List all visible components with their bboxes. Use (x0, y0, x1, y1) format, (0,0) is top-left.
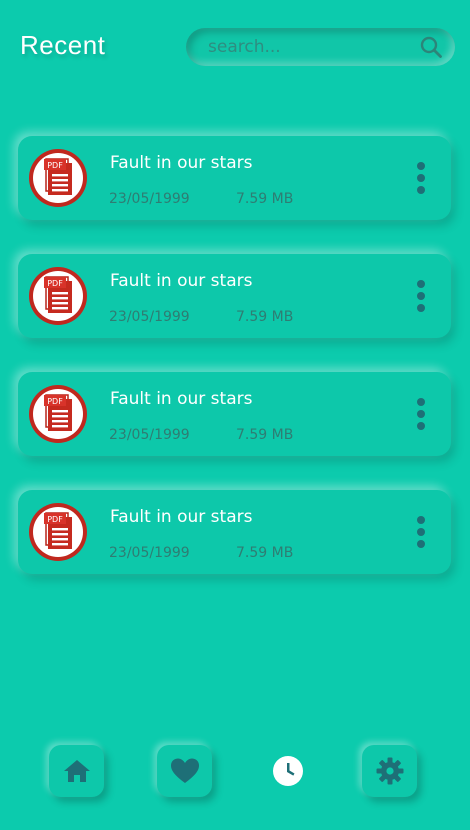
file-size: 7.59 MB (236, 191, 294, 207)
nav-recent-button[interactable] (260, 745, 315, 797)
file-card[interactable]: PDF Fault in our stars 23/05/1999 7.59 M… (18, 136, 451, 220)
pdf-icon: PDF (29, 385, 87, 443)
file-card[interactable]: PDF Fault in our stars 23/05/1999 7.59 M… (18, 254, 451, 338)
svg-text:PDF: PDF (47, 515, 63, 524)
file-date: 23/05/1999 (109, 191, 190, 207)
nav-home-button[interactable] (49, 745, 104, 797)
file-size: 7.59 MB (236, 545, 294, 561)
search-input[interactable] (208, 34, 408, 60)
page-title: Recent (20, 30, 106, 60)
file-size: 7.59 MB (236, 309, 294, 325)
file-date: 23/05/1999 (109, 309, 190, 325)
search-icon[interactable] (419, 35, 443, 59)
file-name: Fault in our stars (110, 389, 253, 409)
more-options-button[interactable] (413, 162, 429, 196)
nav-favorites-button[interactable] (157, 745, 212, 797)
file-size: 7.59 MB (236, 427, 294, 443)
pdf-icon: PDF (29, 267, 87, 325)
file-name: Fault in our stars (110, 507, 253, 527)
settings-icon (376, 757, 403, 785)
more-options-button[interactable] (413, 516, 429, 550)
more-icon (417, 516, 425, 524)
more-icon (417, 162, 425, 170)
file-date: 23/05/1999 (109, 545, 190, 561)
file-date: 23/05/1999 (109, 427, 190, 443)
more-icon (417, 280, 425, 288)
pdf-icon: PDF (29, 149, 87, 207)
clock-icon (272, 756, 303, 786)
heart-icon (170, 758, 199, 783)
svg-text:PDF: PDF (47, 279, 63, 288)
more-options-button[interactable] (413, 398, 429, 432)
more-icon (417, 398, 425, 406)
search-bar[interactable] (186, 28, 455, 66)
file-name: Fault in our stars (110, 153, 253, 173)
svg-text:PDF: PDF (47, 397, 63, 406)
file-name: Fault in our stars (110, 271, 253, 291)
file-card[interactable]: PDF Fault in our stars 23/05/1999 7.59 M… (18, 372, 451, 456)
more-options-button[interactable] (413, 280, 429, 314)
nav-settings-button[interactable] (362, 745, 417, 797)
svg-text:PDF: PDF (47, 161, 63, 170)
file-card[interactable]: PDF Fault in our stars 23/05/1999 7.59 M… (18, 490, 451, 574)
home-icon (63, 760, 90, 782)
pdf-icon: PDF (29, 503, 87, 561)
